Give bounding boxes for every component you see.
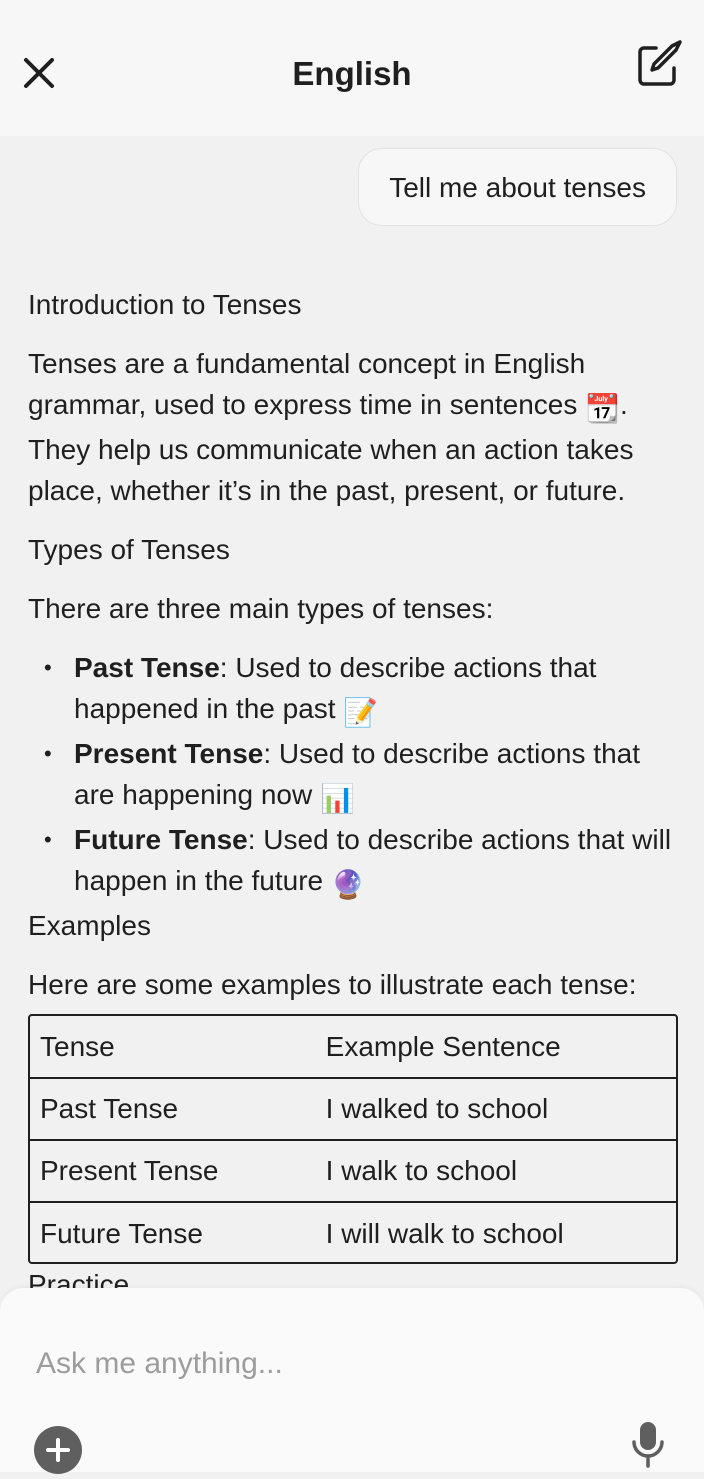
crystal-ball-emoji: 🔮 — [330, 869, 366, 900]
section-heading-examples: Examples — [28, 910, 151, 941]
section-heading-types: Types of Tenses — [28, 534, 230, 565]
table-header-cell: Example Sentence — [303, 1016, 676, 1079]
microphone-icon — [632, 1422, 664, 1468]
table-row: Future Tense I will walk to school — [30, 1202, 676, 1264]
list-item: Present Tense: Used to describe actions … — [28, 733, 678, 819]
add-button[interactable] — [34, 1426, 82, 1474]
list-item: Future Tense: Used to describe actions t… — [28, 819, 678, 905]
table-cell: Future Tense — [40, 1217, 203, 1249]
assistant-response: Introduction to Tenses Tenses are a fund… — [28, 284, 678, 1023]
page-title: English — [292, 55, 412, 92]
table-cell: Past Tense — [30, 1078, 304, 1141]
table-row: Past Tense I walked to school — [30, 1078, 676, 1141]
microphone-button[interactable] — [630, 1418, 666, 1468]
list-item: Past Tense: Used to describe actions tha… — [28, 647, 678, 733]
new-chat-button[interactable] — [634, 40, 684, 90]
calendar-emoji: 📆 — [585, 393, 621, 424]
intro-paragraph: Tenses are a fundamental concept in Engl… — [28, 348, 634, 506]
section-heading-intro: Introduction to Tenses — [28, 289, 302, 320]
examples-intro: Here are some examples to illustrate eac… — [28, 969, 637, 1000]
memo-emoji: 📝 — [343, 697, 379, 728]
top-bar: English — [0, 0, 704, 136]
table-row: Present Tense I walk to school — [30, 1140, 676, 1203]
table-header-row: Tense Example Sentence — [30, 1016, 676, 1079]
compose-icon — [638, 40, 682, 86]
tense-list: Past Tense: Used to describe actions tha… — [28, 647, 678, 905]
table-cell: I walked to school — [303, 1078, 676, 1141]
chart-emoji: 📊 — [319, 783, 355, 814]
section-heading-practice: Practice — [28, 1269, 130, 1290]
table-cell: I will walk to school — [325, 1217, 564, 1249]
table-cell: I walk to school — [303, 1140, 676, 1203]
message-input[interactable] — [36, 1340, 636, 1388]
types-intro: There are three main types of tenses: — [28, 593, 494, 624]
table-cell: Present Tense — [30, 1140, 304, 1203]
examples-table: Tense Example Sentence Past Tense I walk… — [28, 1014, 678, 1264]
table-header-cell: Tense — [30, 1016, 304, 1079]
message-composer — [0, 1288, 704, 1474]
user-message-bubble: Tell me about tenses — [358, 148, 677, 226]
plus-icon — [46, 1438, 70, 1462]
